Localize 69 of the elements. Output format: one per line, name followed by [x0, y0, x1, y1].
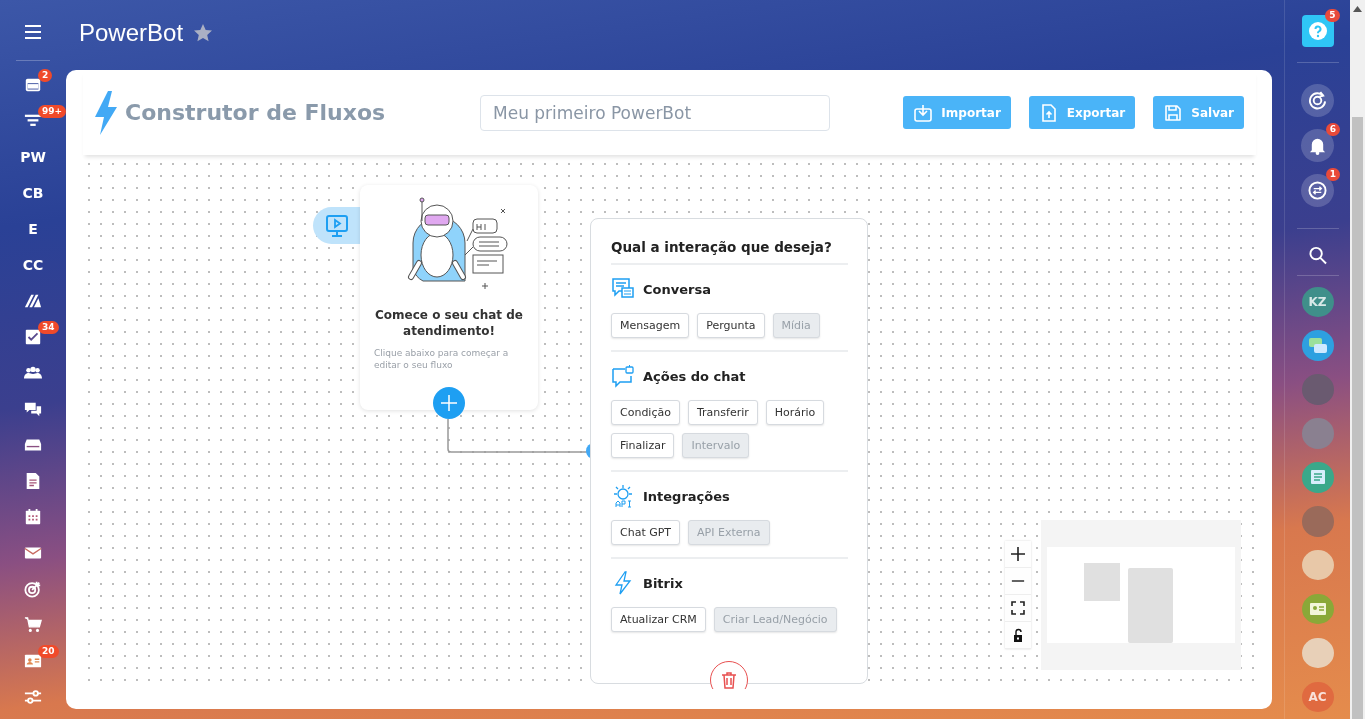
count-badge: 34 [38, 321, 59, 334]
import-icon [913, 102, 934, 123]
option-button[interactable]: Finalizar [611, 433, 675, 458]
fit-view-button[interactable] [1005, 595, 1031, 622]
start-tab[interactable] [313, 207, 360, 244]
option-button[interactable]: Condição [611, 400, 680, 425]
option-button[interactable]: Transferir [687, 400, 758, 425]
add-step-button[interactable] [433, 387, 465, 419]
count-badge: 20 [38, 645, 59, 658]
option-button[interactable]: Horário [765, 400, 825, 425]
contact-avatar[interactable] [1301, 462, 1334, 493]
count-badge: 5 [1325, 9, 1340, 22]
lightning-icon [93, 90, 119, 135]
nav-item[interactable]: PW [18, 142, 48, 172]
scroll-up-icon[interactable] [1353, 5, 1362, 12]
chat-lines-icon [611, 277, 635, 301]
zoom-in-icon [1010, 546, 1026, 562]
chat-sync-icon [1308, 180, 1327, 200]
zoom-out-button[interactable] [1005, 568, 1031, 595]
chat-bubbles-icon [24, 400, 42, 418]
contact-avatar[interactable] [1301, 594, 1334, 625]
app-title: PowerBot [79, 19, 184, 47]
zoom-in-button[interactable] [1005, 541, 1031, 568]
chat-bubbles-icon [1307, 335, 1328, 356]
count-badge: 99+ [38, 105, 67, 118]
minimap-node [1084, 563, 1120, 601]
chat-bot-icon [611, 364, 635, 388]
option-button[interactable]: Chat GPT [611, 520, 681, 545]
fit-view-icon [1010, 600, 1026, 616]
nav-item[interactable]: E [18, 214, 48, 244]
option-button[interactable]: Pergunta [697, 313, 765, 338]
section-title: Conversa [643, 281, 711, 297]
star-icon[interactable] [193, 23, 214, 43]
scrollbar-thumb[interactable] [1352, 117, 1363, 719]
contact-card-icon [24, 652, 42, 670]
checkbox-icon [24, 328, 42, 346]
stripes-logo-icon [24, 292, 42, 310]
section-title: Ações do chat [643, 368, 746, 384]
monitor-play-icon [325, 213, 349, 238]
section-title: Integrações [643, 488, 730, 504]
gear-api-icon [611, 484, 635, 508]
start-node-hint: Clique abaixo para começar a editar o seu fluxo [374, 347, 510, 371]
save-icon [1163, 102, 1184, 123]
scrollbar[interactable] [1350, 0, 1365, 719]
document-icon [24, 472, 42, 490]
builder-title: Construtor de Fluxos [125, 100, 387, 125]
search-icon[interactable] [1306, 244, 1329, 266]
trash-icon [719, 670, 739, 689]
plus-icon [440, 394, 458, 412]
toolbar-button[interactable] [1301, 83, 1334, 117]
lock-button[interactable] [1005, 622, 1031, 649]
cart-icon [24, 616, 42, 634]
calendar-icon [24, 508, 42, 526]
target-icon [24, 580, 42, 598]
menu-title: Qual a interação que deseja? [611, 239, 848, 265]
count-badge: 2 [38, 69, 53, 82]
question-icon [1307, 21, 1328, 41]
option-button[interactable]: Atualizar CRM [611, 607, 706, 632]
nav-item[interactable]: CB [18, 178, 48, 208]
start-node-title: Comece o seu chat de atendimento! [374, 307, 524, 339]
section-title: Bitrix [643, 575, 683, 591]
refresh-star-icon [1308, 90, 1327, 110]
window-icon [24, 76, 42, 94]
nav-item[interactable]: CC [18, 250, 48, 280]
sliders-icon [24, 688, 42, 706]
contact-avatar[interactable] [1301, 330, 1334, 361]
count-badge: 1 [1325, 167, 1340, 181]
count-badge: 6 [1325, 122, 1340, 136]
option-button[interactable]: Mensagem [611, 313, 690, 338]
